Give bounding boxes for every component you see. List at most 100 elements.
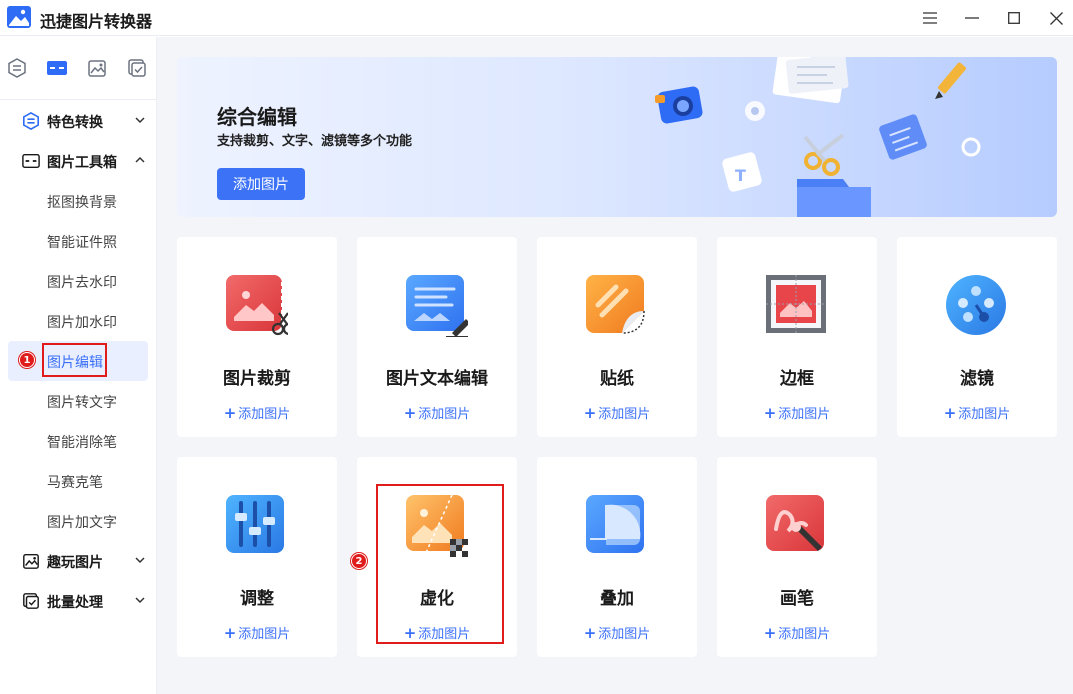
card-title: 图片裁剪 bbox=[223, 369, 291, 389]
sidebar-item-remove-watermark[interactable]: 图片去水印 bbox=[0, 261, 156, 301]
banner-subtitle: 支持裁剪、文字、滤镜等多个功能 bbox=[217, 134, 413, 149]
chat-bubble-icon bbox=[745, 101, 765, 121]
title-bar: 迅捷图片转换器 bbox=[0, 0, 1073, 36]
annotation-highlight-box bbox=[42, 343, 107, 377]
card-adjust[interactable]: 调整 + 添加图片 bbox=[177, 457, 337, 657]
nav-group-label: 特色转换 bbox=[47, 115, 103, 131]
card-image-crop[interactable]: 图片裁剪 + 添加图片 bbox=[177, 237, 337, 437]
svg-text:T: T bbox=[735, 166, 746, 185]
card-filter[interactable]: 滤镜 + 添加图片 bbox=[897, 237, 1057, 437]
card-brush[interactable]: 画笔 + 添加图片 bbox=[717, 457, 877, 657]
scissors-icon bbox=[803, 133, 845, 176]
card-add-image-link[interactable]: + 添加图片 bbox=[537, 623, 697, 642]
banner-comprehensive-edit: 综合编辑 支持裁剪、文字、滤镜等多个功能 添加图片 T bbox=[177, 57, 1057, 217]
annotation-badge-2: 2 bbox=[351, 553, 367, 569]
card-add-image-link[interactable]: + 添加图片 bbox=[897, 403, 1057, 422]
minimize-button[interactable] bbox=[956, 4, 988, 32]
sidebar-item-label: 图片加水印 bbox=[47, 315, 117, 331]
menu-button[interactable] bbox=[914, 4, 946, 32]
plus-icon: + bbox=[583, 624, 597, 642]
menu-icon bbox=[923, 12, 937, 24]
card-add-image-link[interactable]: + 添加图片 bbox=[357, 403, 517, 422]
sidebar-item-image-to-text[interactable]: 图片转文字 bbox=[0, 381, 156, 421]
sticker-icon bbox=[586, 275, 645, 334]
maximize-button[interactable] bbox=[998, 4, 1030, 32]
banner-title: 综合编辑 bbox=[217, 105, 297, 129]
folder-icon bbox=[797, 179, 871, 217]
sidebar-item-add-watermark[interactable]: 图片加水印 bbox=[0, 301, 156, 341]
close-button[interactable] bbox=[1040, 4, 1072, 32]
card-title: 贴纸 bbox=[600, 369, 634, 389]
sidebar-item-label: 智能证件照 bbox=[47, 235, 117, 251]
plus-icon: + bbox=[943, 404, 957, 422]
nav-group-label: 图片工具箱 bbox=[47, 155, 117, 171]
frame-icon bbox=[766, 275, 826, 333]
text-edit-icon bbox=[406, 275, 468, 337]
card-title: 图片文本编辑 bbox=[386, 369, 488, 389]
sidebar-tab-strip bbox=[0, 37, 156, 100]
card-add-label: 添加图片 bbox=[778, 407, 831, 422]
card-add-label: 添加图片 bbox=[418, 407, 471, 422]
camera-icon bbox=[655, 86, 703, 124]
app-title: 迅捷图片转换器 bbox=[40, 12, 153, 31]
toolbox-icon bbox=[22, 153, 40, 169]
close-icon bbox=[1049, 11, 1063, 25]
sidebar-item-label: 图片去水印 bbox=[47, 275, 117, 291]
sidebar-item-smart-eraser[interactable]: 智能消除笔 bbox=[0, 421, 156, 461]
card-title: 画笔 bbox=[780, 589, 814, 609]
chevron-down-icon bbox=[135, 597, 145, 604]
annotation-badge-1: 1 bbox=[19, 352, 35, 368]
nav-group-image-toolbox[interactable]: 图片工具箱 bbox=[0, 141, 156, 181]
card-add-label: 添加图片 bbox=[238, 627, 291, 642]
plus-icon: + bbox=[583, 404, 597, 422]
card-add-label: 添加图片 bbox=[958, 407, 1011, 422]
crop-icon bbox=[226, 275, 288, 336]
nav-group-label: 趣玩图片 bbox=[47, 555, 103, 571]
sidebar-item-cutout-background[interactable]: 抠图换背景 bbox=[0, 181, 156, 221]
sidebar-item-add-text[interactable]: 图片加文字 bbox=[0, 501, 156, 541]
fun-image-icon bbox=[88, 60, 106, 77]
plus-icon: + bbox=[223, 404, 237, 422]
brush-icon bbox=[766, 495, 824, 551]
plus-icon: + bbox=[223, 624, 237, 642]
plus-icon: + bbox=[763, 624, 777, 642]
filter-icon bbox=[946, 275, 1006, 335]
card-frame[interactable]: 边框 + 添加图片 bbox=[717, 237, 877, 437]
maximize-icon bbox=[1008, 12, 1020, 24]
document-stack-icon bbox=[772, 57, 849, 104]
nav-group-batch[interactable]: 批量处理 bbox=[0, 581, 156, 621]
batch-icon bbox=[23, 593, 39, 609]
app-logo-icon bbox=[7, 6, 31, 28]
chevron-down-icon bbox=[135, 117, 145, 124]
plus-icon: + bbox=[763, 404, 777, 422]
card-add-image-link[interactable]: + 添加图片 bbox=[177, 403, 337, 422]
sidebar-item-mosaic-pen[interactable]: 马赛克笔 bbox=[0, 461, 156, 501]
sidebar-item-label: 智能消除笔 bbox=[47, 435, 117, 451]
card-overlay[interactable]: 叠加 + 添加图片 bbox=[537, 457, 697, 657]
card-add-image-link[interactable]: + 添加图片 bbox=[177, 623, 337, 642]
tab-batch[interactable] bbox=[126, 57, 148, 79]
tab-feature-convert[interactable] bbox=[6, 57, 28, 79]
nav-group-fun-images[interactable]: 趣玩图片 bbox=[0, 541, 156, 581]
sidebar-item-id-photo[interactable]: 智能证件照 bbox=[0, 221, 156, 261]
toolbox-icon bbox=[47, 61, 67, 75]
tab-image-toolbox[interactable] bbox=[46, 57, 68, 79]
sidebar-item-label: 马赛克笔 bbox=[47, 475, 103, 491]
card-add-image-link[interactable]: + 添加图片 bbox=[717, 403, 877, 422]
annotation-highlight-box bbox=[376, 484, 504, 644]
tab-fun-images[interactable] bbox=[86, 57, 108, 79]
card-add-image-link[interactable]: + 添加图片 bbox=[717, 623, 877, 642]
card-title: 边框 bbox=[780, 369, 814, 389]
overlay-icon bbox=[586, 495, 644, 553]
card-sticker[interactable]: 贴纸 + 添加图片 bbox=[537, 237, 697, 437]
banner-add-image-button[interactable]: 添加图片 bbox=[217, 168, 305, 200]
card-title: 叠加 bbox=[600, 589, 634, 609]
card-image-text-edit[interactable]: 图片文本编辑 + 添加图片 bbox=[357, 237, 517, 437]
nav-group-feature-convert[interactable]: 特色转换 bbox=[0, 101, 156, 141]
link-icon bbox=[961, 137, 981, 157]
card-add-label: 添加图片 bbox=[598, 627, 651, 642]
card-add-label: 添加图片 bbox=[598, 407, 651, 422]
card-title: 滤镜 bbox=[960, 369, 994, 389]
plus-icon: + bbox=[403, 404, 417, 422]
card-add-image-link[interactable]: + 添加图片 bbox=[537, 403, 697, 422]
